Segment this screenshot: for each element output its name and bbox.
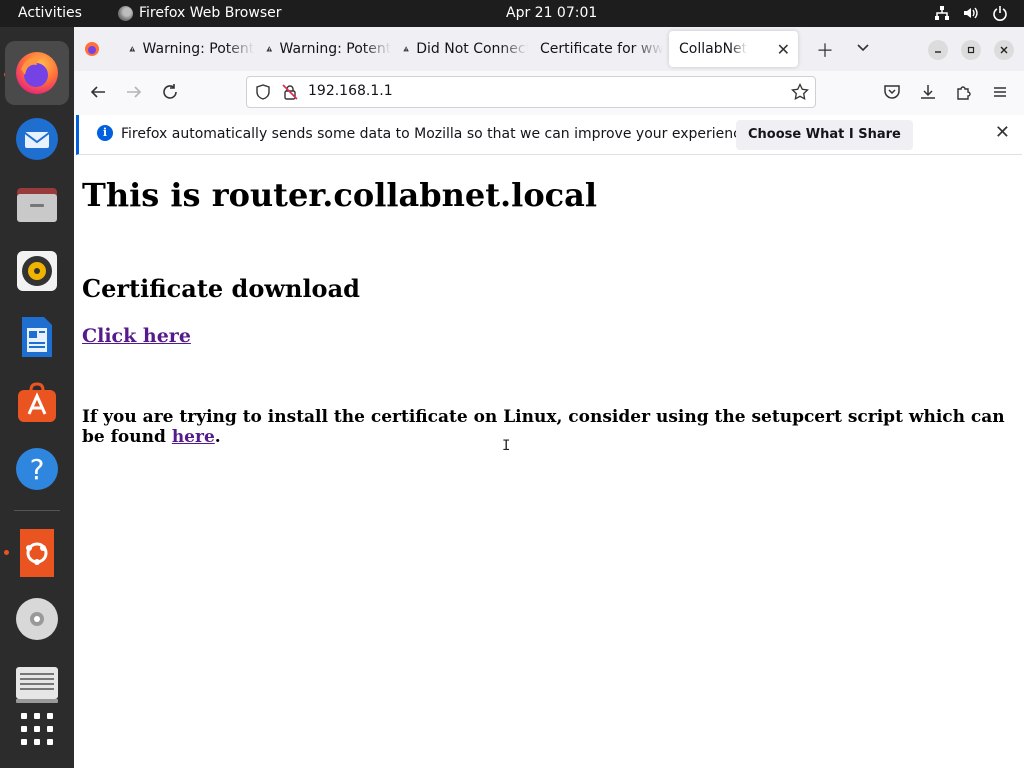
restore-icon <box>967 46 975 54</box>
dock-libreoffice-writer[interactable] <box>5 305 69 369</box>
chevron-down-icon <box>857 44 869 52</box>
download-icon <box>921 85 935 99</box>
svg-text:?: ? <box>30 453 45 486</box>
downloads-button[interactable] <box>919 83 937 106</box>
tab-label: Did Not Connect: Potential Security Issu… <box>416 41 528 57</box>
dock-show-apps[interactable] <box>5 697 69 761</box>
insecure-lock-icon <box>282 84 298 100</box>
notification-message: Firefox automatically sends some data to… <box>121 126 754 142</box>
close-window-button[interactable] <box>994 40 1014 60</box>
navigation-toolbar: 192.168.1.1 <box>74 71 1024 115</box>
pocket-icon <box>884 85 900 99</box>
note-end: . <box>214 427 221 447</box>
dock-ubuntu-installer[interactable] <box>5 521 69 585</box>
volume-icon[interactable] <box>963 5 979 21</box>
tab-label: Warning: Potential Security Risk Ahead <box>279 41 391 57</box>
tab-warning-1[interactable]: Warning: Potential Security Risk Ahead <box>119 31 254 67</box>
app-menu-label: Firefox Web Browser <box>139 5 282 21</box>
app-menu[interactable]: Firefox Web Browser <box>118 5 282 21</box>
warning-icon <box>266 46 273 52</box>
minimize-button[interactable] <box>928 40 948 60</box>
warning-icon <box>403 46 409 52</box>
close-icon <box>1000 46 1008 54</box>
url-bar[interactable]: 192.168.1.1 <box>246 76 816 108</box>
tab-pinned-firefox[interactable] <box>74 31 114 67</box>
clock[interactable]: Apr 21 07:01 <box>506 5 597 21</box>
dock-separator <box>14 510 60 511</box>
puzzle-icon <box>957 86 971 100</box>
shield-icon <box>256 84 270 100</box>
dock-thunderbird[interactable] <box>5 107 69 171</box>
tracking-protection-icon[interactable] <box>255 84 271 104</box>
list-all-tabs-button[interactable] <box>856 39 870 60</box>
app-center-icon <box>18 382 56 422</box>
forward-button[interactable] <box>125 83 143 106</box>
reload-button[interactable] <box>161 83 179 106</box>
disc-icon <box>16 598 58 640</box>
page-title: This is router.collabnet.local <box>82 176 598 214</box>
activities-button[interactable]: Activities <box>18 5 82 21</box>
reload-icon <box>163 84 177 99</box>
thunderbird-icon <box>16 118 58 160</box>
system-tray[interactable] <box>934 5 1008 21</box>
page-content: This is router.collabnet.local Certifica… <box>74 156 1024 768</box>
url-text[interactable]: 192.168.1.1 <box>308 83 393 99</box>
network-icon[interactable] <box>934 5 950 21</box>
telemetry-notification-bar: i Firefox automatically sends some data … <box>76 115 1022 155</box>
star-icon <box>791 82 809 101</box>
power-icon[interactable] <box>992 5 1008 21</box>
help-icon: ? <box>16 448 58 490</box>
tab-collabnet[interactable]: CollabNet ✕ <box>669 31 798 67</box>
files-icon <box>17 188 57 222</box>
tab-bar: Warning: Potential Security Risk Ahead W… <box>74 27 1024 71</box>
close-tab-icon[interactable]: ✕ <box>777 40 790 59</box>
dock-disc[interactable] <box>5 587 69 651</box>
extensions-button[interactable] <box>955 83 973 106</box>
back-arrow-icon <box>90 86 105 98</box>
tab-label: CollabNet <box>679 41 748 57</box>
dock-help[interactable]: ? <box>5 437 69 501</box>
site-security-icon[interactable] <box>282 84 298 104</box>
info-icon: i <box>97 125 113 141</box>
firefox-icon <box>16 52 58 94</box>
new-tab-button[interactable]: ＋ <box>816 37 834 63</box>
text-cursor-icon: I <box>502 438 511 454</box>
dock-firefox[interactable] <box>5 41 69 105</box>
firefox-icon <box>85 42 99 56</box>
dock-files[interactable] <box>5 173 69 237</box>
forward-arrow-icon <box>127 86 142 98</box>
warning-icon <box>129 46 136 52</box>
tab-label: Certificate for www <box>540 41 663 57</box>
rhythmbox-icon <box>17 251 57 291</box>
minimize-icon <box>935 51 941 53</box>
maximize-button[interactable] <box>961 40 981 60</box>
close-notification-icon[interactable]: ✕ <box>995 122 1010 143</box>
setupcert-note: If you are trying to install the certifi… <box>82 407 1012 447</box>
firefox-window: Warning: Potential Security Risk Ahead W… <box>74 27 1024 768</box>
pocket-button[interactable] <box>883 83 901 106</box>
dock-rhythmbox[interactable] <box>5 239 69 303</box>
choose-what-i-share-button[interactable]: Choose What I Share <box>736 120 913 150</box>
tab-warning-2[interactable]: Warning: Potential Security Risk Ahead <box>256 31 391 67</box>
tab-did-not-connect[interactable]: Did Not Connect: Potential Security Issu… <box>393 31 528 67</box>
show-apps-icon <box>21 713 53 745</box>
ubuntu-installer-icon <box>20 529 54 577</box>
certificate-download-link[interactable]: Click here <box>82 325 191 347</box>
firefox-app-icon <box>118 5 133 21</box>
bookmark-star-button[interactable] <box>791 82 809 105</box>
system-top-bar: Activities Firefox Web Browser Apr 21 07… <box>0 0 1024 27</box>
dock-app-center[interactable] <box>5 371 69 435</box>
tab-label: Warning: Potential Security Risk Ahead <box>142 41 254 57</box>
hamburger-menu-icon <box>994 87 1006 97</box>
back-button[interactable] <box>89 83 107 106</box>
app-menu-button[interactable] <box>991 83 1009 106</box>
dock: ? <box>0 27 74 768</box>
setupcert-script-link[interactable]: here <box>172 427 215 447</box>
tab-certificate[interactable]: Certificate for www <box>530 31 663 67</box>
libreoffice-writer-icon <box>22 317 52 357</box>
section-heading: Certificate download <box>82 274 360 303</box>
